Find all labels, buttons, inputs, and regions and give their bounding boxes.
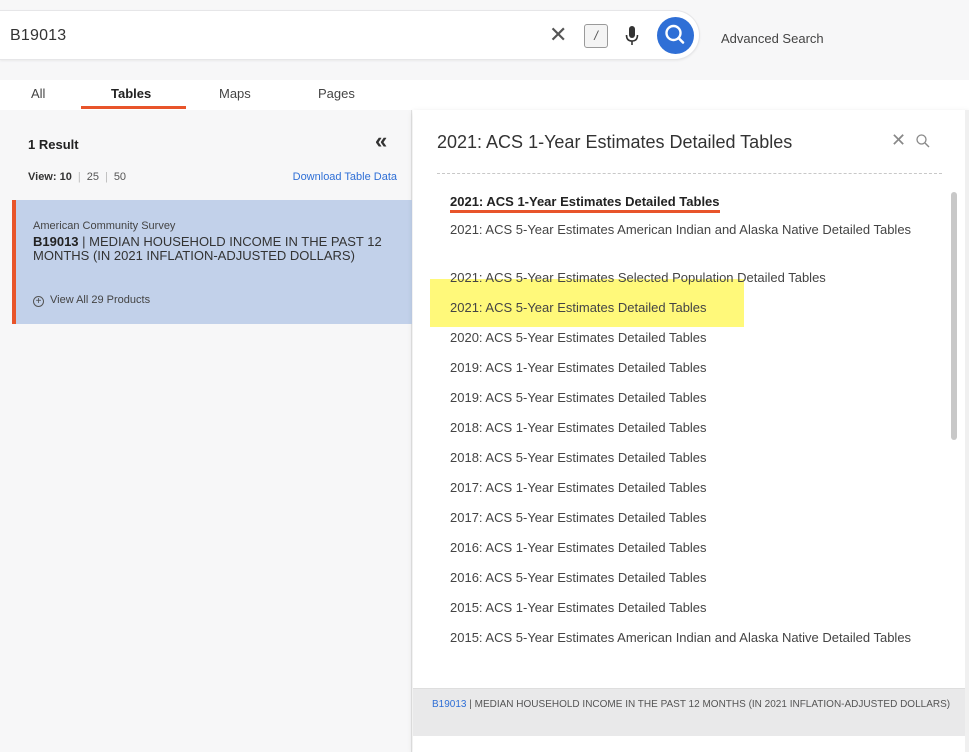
active-tab-indicator [81,106,186,109]
filter-option[interactable]: 2017: ACS 5-Year Estimates Detailed Tabl… [450,510,935,525]
title-separator: | [78,234,90,249]
search-icon[interactable] [915,133,931,149]
search-input[interactable]: B19013 [10,27,66,45]
products-label: View All 29 Products [50,294,151,306]
results-panel: 1 Result « View: 10 | 25 | 50 Download Table… [0,110,412,752]
tab-pages[interactable]: Pages [318,86,355,101]
filter-option[interactable]: 2021: ACS 5-Year Estimates Selected Popu… [450,270,935,285]
mic-icon[interactable] [624,24,640,48]
filter-option[interactable]: 2021: ACS 5-Year Estimates American Indi… [450,222,935,237]
selected-table-footer: B19013 | MEDIAN HOUSEHOLD INCOME IN THE … [413,688,969,736]
filter-option[interactable]: 2016: ACS 5-Year Estimates Detailed Tabl… [450,570,935,585]
close-icon[interactable]: ✕ [549,24,567,46]
filter-option[interactable]: 2016: ACS 1-Year Estimates Detailed Tabl… [450,540,935,555]
tab-all[interactable]: All [31,86,45,101]
filter-option[interactable]: 2015: ACS 5-Year Estimates American Indi… [450,630,935,645]
window-edge [965,110,969,752]
footer-table-code[interactable]: B19013 [432,699,466,710]
scrollbar-thumb[interactable] [951,192,957,440]
plus-circle-icon: + [33,296,44,307]
filter-option-selected[interactable]: 2021: ACS 1-Year Estimates Detailed Tabl… [450,194,720,213]
page-size-25[interactable]: 25 [87,171,99,183]
page-size-50[interactable]: 50 [114,171,126,183]
close-icon[interactable]: ✕ [891,130,906,151]
filter-option[interactable]: 2021: ACS 5-Year Estimates Detailed Tabl… [450,300,935,315]
card-source: American Community Survey [33,220,176,232]
filter-option[interactable]: 2019: ACS 5-Year Estimates Detailed Tabl… [450,390,935,405]
search-box[interactable]: B19013 ✕ / [0,10,700,60]
divider [437,173,942,174]
filter-title: 2021: ACS 1-Year Estimates Detailed Tabl… [437,132,793,152]
product-filter-dropdown: 2021: ACS 1-Year Estimates Detailed Tabl… [413,110,969,752]
filter-option[interactable]: 2015: ACS 1-Year Estimates Detailed Tabl… [450,600,935,615]
page-size-10[interactable]: 10 [60,171,72,183]
view-label: View: [28,171,57,183]
advanced-search-link[interactable]: Advanced Search [721,31,824,46]
result-card[interactable]: American Community Survey B19013 | MEDIA… [12,200,412,324]
view-all-products-link[interactable]: + View All 29 Products [33,294,150,307]
footer-table-title: | MEDIAN HOUSEHOLD INCOME IN THE PAST 12… [466,699,951,710]
search-icon [665,24,685,44]
filter-option[interactable]: 2017: ACS 1-Year Estimates Detailed Tabl… [450,480,935,495]
double-chevron-left-icon[interactable]: « [375,128,387,154]
search-button[interactable] [657,17,694,54]
filter-option[interactable]: 2018: ACS 1-Year Estimates Detailed Tabl… [450,420,935,435]
filter-option[interactable]: 2020: ACS 5-Year Estimates Detailed Tabl… [450,330,935,345]
result-count: 1 Result [28,137,79,152]
footer-title: B19013 | MEDIAN HOUSEHOLD INCOME IN THE … [432,699,952,711]
slash-shortcut-key: / [584,24,608,48]
tab-tables[interactable]: Tables [111,86,151,101]
result-tabs: All Tables Maps Pages [0,80,412,110]
tab-maps[interactable]: Maps [219,86,251,101]
table-code: B19013 [33,234,79,249]
download-table-data-link[interactable]: Download Table Data [293,171,397,183]
search-area: B19013 ✕ / Advanced Search [0,0,969,80]
filter-option[interactable]: 2019: ACS 1-Year Estimates Detailed Tabl… [450,360,935,375]
page-size-selector: View: 10 | 25 | 50 [28,171,127,183]
filter-option[interactable]: 2018: ACS 5-Year Estimates Detailed Tabl… [450,450,935,465]
card-title: B19013 | MEDIAN HOUSEHOLD INCOME IN THE … [33,235,403,263]
